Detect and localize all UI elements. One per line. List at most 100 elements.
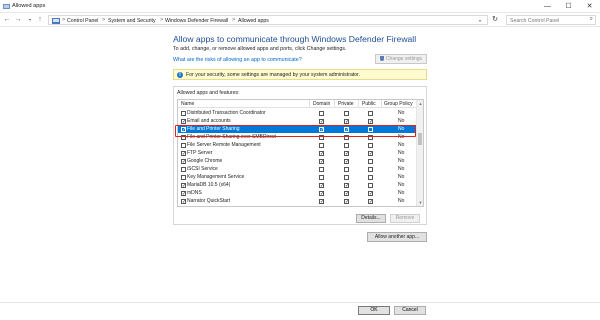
enable-checkbox[interactable]: ✓ [181, 150, 186, 156]
ok-button[interactable]: OK [358, 306, 390, 315]
public-checkbox[interactable] [368, 110, 373, 116]
domain-checkbox[interactable] [319, 110, 324, 116]
breadcrumb-windows-defender-firewall[interactable]: Windows Defender Firewall [165, 18, 228, 24]
enable-checkbox[interactable] [181, 174, 186, 180]
enable-checkbox[interactable]: ✓ [181, 158, 186, 164]
public-checkbox[interactable] [368, 158, 373, 164]
title-bar: Allowed apps — ☐ ✕ [0, 0, 600, 13]
maximize-button[interactable]: ☐ [558, 0, 579, 13]
enable-checkbox[interactable]: ✓ [181, 190, 186, 196]
breadcrumb[interactable]: > Control Panel > System and Security > … [48, 15, 488, 25]
domain-checkbox[interactable]: ✓ [319, 198, 324, 204]
enable-checkbox[interactable]: ✓ [181, 118, 186, 124]
enable-checkbox[interactable]: ✓ [181, 198, 186, 204]
cancel-button[interactable]: Cancel [394, 306, 426, 315]
allow-another-app-button[interactable]: Allow another app... [367, 232, 427, 242]
column-divider [381, 100, 382, 108]
group-policy-value: No [398, 174, 405, 181]
private-checkbox[interactable] [344, 166, 349, 172]
address-bar: ← → ▾ ↑ > Control Panel > System and Sec… [0, 13, 600, 27]
domain-checkbox[interactable]: ✓ [319, 190, 324, 196]
private-checkbox[interactable]: ✓ [344, 150, 349, 156]
private-checkbox[interactable] [344, 174, 349, 180]
scroll-up-arrow-icon[interactable]: ▲ [417, 100, 423, 107]
breadcrumb-system-and-security[interactable]: System and Security [108, 18, 156, 24]
private-checkbox[interactable]: ✓ [344, 158, 349, 164]
minimize-button[interactable]: — [537, 0, 558, 13]
table-row[interactable]: ✓ mDNS ✓ ✓ ✓ No [178, 189, 417, 197]
column-header-public[interactable]: Public [362, 101, 376, 107]
table-row[interactable]: Key Management Service No [178, 173, 417, 181]
domain-checkbox[interactable] [319, 174, 324, 180]
risks-link[interactable]: What are the risks of allowing an app to… [173, 57, 302, 63]
control-panel-icon [52, 18, 60, 24]
public-checkbox[interactable]: ✓ [368, 118, 373, 124]
public-checkbox[interactable]: ✓ [368, 150, 373, 156]
group-policy-value: No [398, 118, 405, 125]
change-settings-label: Change settings [385, 56, 423, 62]
details-button[interactable]: Details... [356, 214, 386, 223]
public-checkbox[interactable] [368, 166, 373, 172]
column-divider [309, 100, 310, 108]
private-checkbox[interactable]: ✓ [344, 118, 349, 124]
app-name: Google Chrome [187, 158, 223, 165]
table-row[interactable]: iSCSI Service No [178, 165, 417, 173]
private-checkbox[interactable] [344, 110, 349, 116]
column-header-private[interactable]: Private [338, 101, 354, 107]
close-button[interactable]: ✕ [579, 0, 600, 13]
enable-checkbox[interactable] [181, 142, 186, 148]
back-arrow-icon[interactable]: ← [3, 15, 11, 25]
public-checkbox[interactable] [368, 182, 373, 188]
table-row[interactable]: ✓ FTP Server ✓ ✓ ✓ No [178, 149, 417, 157]
domain-checkbox[interactable]: ✓ [319, 118, 324, 124]
group-policy-value: No [398, 110, 405, 117]
change-settings-button[interactable]: Change settings [375, 54, 427, 64]
info-message: For your security, some settings are man… [186, 72, 361, 79]
remove-button[interactable]: Remove [390, 214, 420, 223]
table-row[interactable]: ✓ Narrator QuickStart ✓ ✓ ✓ No [178, 197, 417, 205]
app-name: mDNS [187, 190, 202, 197]
public-checkbox[interactable]: ✓ [368, 198, 373, 204]
public-checkbox[interactable] [368, 174, 373, 180]
list-header: Name Domain Private Public Group Policy [178, 100, 417, 108]
app-name: Key Management Service [187, 174, 245, 181]
allowed-apps-list[interactable]: Name Domain Private Public Group Policy … [177, 99, 424, 207]
table-row[interactable]: File Server Remote Management No [178, 141, 417, 149]
recent-locations-chevron-icon[interactable]: ▾ [26, 15, 34, 25]
info-icon: i [177, 72, 183, 78]
table-row[interactable]: ✓ Google Chrome ✓ ✓ No [178, 157, 417, 165]
column-header-group-policy[interactable]: Group Policy [384, 101, 413, 107]
column-header-name[interactable]: Name [181, 101, 194, 107]
table-row[interactable]: ✓ Email and accounts ✓ ✓ ✓ No [178, 117, 417, 125]
refresh-icon[interactable]: ↻ [489, 15, 501, 25]
private-checkbox[interactable]: ✓ [344, 182, 349, 188]
public-checkbox[interactable]: ✓ [368, 190, 373, 196]
public-checkbox[interactable] [368, 142, 373, 148]
column-header-domain[interactable]: Domain [313, 101, 330, 107]
scroll-down-arrow-icon[interactable]: ▼ [417, 199, 423, 206]
breadcrumb-allowed-apps[interactable]: Allowed apps [238, 18, 269, 24]
private-checkbox[interactable]: ✓ [344, 198, 349, 204]
private-checkbox[interactable] [344, 142, 349, 148]
domain-checkbox[interactable]: ✓ [319, 150, 324, 156]
address-dropdown-chevron-icon[interactable]: ▾ [479, 18, 481, 23]
search-input[interactable]: Search Control Panel ⌕ [506, 15, 596, 25]
up-arrow-icon[interactable]: ↑ [36, 15, 44, 25]
private-checkbox[interactable]: ✓ [344, 190, 349, 196]
domain-checkbox[interactable] [319, 142, 324, 148]
table-row[interactable]: Distributed Transaction Coordinator No [178, 109, 417, 117]
app-name: Narrator QuickStart [187, 198, 231, 205]
enable-checkbox[interactable]: ✓ [181, 182, 186, 188]
domain-checkbox[interactable] [319, 166, 324, 172]
group-policy-value: No [398, 158, 405, 165]
domain-checkbox[interactable]: ✓ [319, 182, 324, 188]
forward-arrow-icon[interactable]: → [14, 15, 22, 25]
list-scrollbar[interactable]: ▲ ▼ [416, 100, 423, 206]
uac-shield-icon [379, 56, 384, 61]
breadcrumb-control-panel[interactable]: Control Panel [67, 18, 98, 24]
domain-checkbox[interactable]: ✓ [319, 158, 324, 164]
table-row[interactable]: ✓ MariaDB 10.5 (x64) ✓ ✓ No [178, 181, 417, 189]
enable-checkbox[interactable] [181, 110, 186, 116]
scroll-thumb[interactable] [418, 133, 422, 145]
enable-checkbox[interactable] [181, 166, 186, 172]
